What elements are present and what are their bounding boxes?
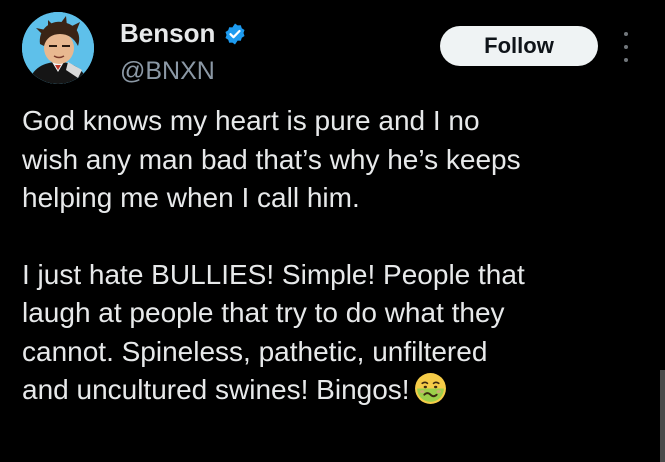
author-handle[interactable]: @BNXN [120,57,247,86]
avatar[interactable] [22,12,94,84]
tweet-paragraph-2-text: I just hate BULLIES! Simple! People that… [22,258,525,406]
more-vertical-icon[interactable] [619,32,633,62]
cartoon-avatar-icon [22,12,94,84]
tweet-header: Benson @BNXN Follow [22,12,643,86]
tweet-paragraph-1: God knows my heart is pure and I no wish… [22,105,521,213]
scrollbar[interactable] [660,370,665,462]
nauseated-face-emoji-icon [414,372,447,405]
author-name[interactable]: Benson [120,18,215,49]
tweet-text: God knows my heart is pure and I no wish… [22,102,642,410]
follow-button[interactable]: Follow [440,26,598,66]
verified-badge-icon [223,22,247,46]
tweet-paragraph-2: I just hate BULLIES! Simple! People that… [22,256,642,410]
author-info: Benson @BNXN [120,18,247,86]
